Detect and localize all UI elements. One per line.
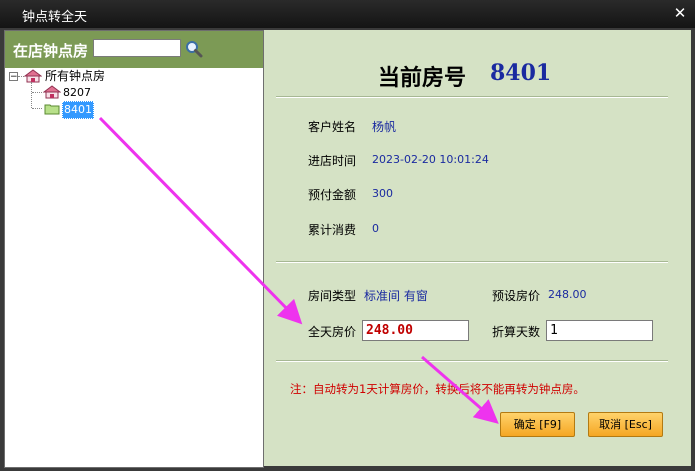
conversion-note: 注：自动转为1天计算房价，转换后将不能再转为钟点房。: [290, 382, 585, 396]
house-icon: [43, 85, 61, 99]
cancel-button[interactable]: 取消 [Esc]: [588, 412, 663, 437]
full-day-price-input[interactable]: 248.00: [362, 320, 469, 341]
current-room-heading: 当前房号: [378, 66, 467, 91]
days-input[interactable]: 1: [546, 320, 653, 341]
search-input[interactable]: [93, 39, 181, 57]
room-list-title: 在店钟点房: [13, 42, 89, 60]
divider: [276, 96, 668, 98]
prepaid-amount-value: 300: [372, 187, 393, 200]
folder-icon: [44, 104, 60, 115]
prepaid-amount-label: 预付金额: [308, 188, 357, 202]
room-detail-panel: 当前房号 8401 客户姓名 杨帆 进店时间 2023-02-20 10:01:…: [264, 30, 691, 466]
full-day-price-label: 全天房价: [308, 325, 357, 339]
checkin-time-label: 进店时间: [308, 154, 357, 168]
tree-collapse-icon[interactable]: −: [9, 72, 18, 82]
total-spent-value: 0: [372, 222, 379, 235]
days-label: 折算天数: [492, 325, 541, 339]
divider: [276, 360, 668, 362]
current-room-number: 8401: [490, 60, 552, 86]
room-type-value: 标准间 有窗: [364, 289, 428, 303]
room-list-panel: 在店钟点房 − 所有钟点房 8207 8401: [4, 30, 264, 468]
tree-item-label: 所有钟点房: [45, 69, 106, 83]
customer-name-label: 客户姓名: [308, 120, 357, 134]
window-title: 钟点转全天: [22, 10, 88, 25]
room-type-label: 房间类型: [308, 289, 357, 303]
tree-item-label: 8401: [62, 101, 94, 119]
close-icon[interactable]: ✕: [671, 4, 689, 22]
house-icon: [24, 69, 42, 83]
divider: [276, 261, 668, 263]
confirm-button[interactable]: 确定 [F9]: [500, 412, 575, 437]
checkin-time-value: 2023-02-20 10:01:24: [372, 153, 489, 166]
preset-price-value: 248.00: [548, 288, 587, 301]
room-list-header: 在店钟点房: [5, 31, 263, 68]
total-spent-label: 累计消费: [308, 223, 357, 237]
title-bar[interactable]: 钟点转全天 ✕: [0, 0, 695, 28]
dialog-window: 钟点转全天 ✕ 在店钟点房 − 所有钟点房 8207 8401 当前房号 840…: [0, 0, 695, 471]
tree-item-label: 8207: [63, 86, 91, 99]
customer-name-value: 杨帆: [372, 120, 397, 134]
search-icon[interactable]: [185, 40, 203, 58]
preset-price-label: 预设房价: [492, 289, 541, 303]
